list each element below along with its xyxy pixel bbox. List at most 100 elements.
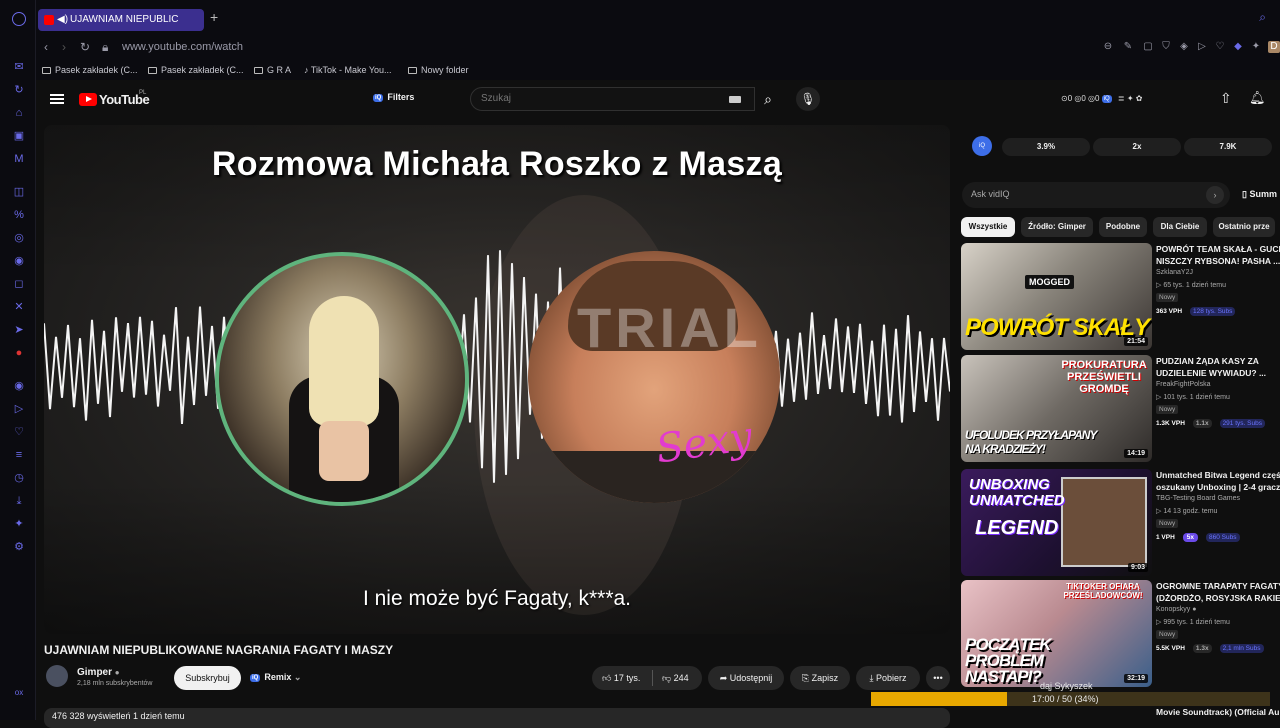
recommendation-card[interactable]: UNBOXING UNMATCHED LEGEND 9:03 Unmatched… <box>961 469 1280 577</box>
recommendation-thumbnail[interactable]: PROKURATURA PRZEŚWIETLI GROMDĘ UFOLUDEK … <box>961 355 1152 462</box>
recommendation-title: Unmatched Bitwa Legend częś oszukany Unbo… <box>1156 469 1280 493</box>
vidiq-icon[interactable]: iQ <box>972 136 992 156</box>
x-icon[interactable]: ✕ <box>12 300 26 314</box>
avatar-circle-left <box>215 252 469 506</box>
channel-name[interactable]: Gimper ● <box>77 667 120 678</box>
bookmarks-bar: Pasek zakładek (C... Pasek zakładek (C..… <box>36 60 1280 80</box>
thumbnail-tag: MOGGED <box>1025 275 1075 289</box>
send-icon[interactable]: ▷ <box>1196 41 1208 53</box>
vidiq-stat[interactable]: 2x <box>1093 138 1181 156</box>
search-input[interactable] <box>481 93 711 104</box>
multiplier-value: 1.3x <box>1192 644 1212 653</box>
messenger-icon[interactable]: ◎ <box>12 231 26 245</box>
puzzle-icon[interactable]: ✦ <box>1250 41 1262 53</box>
instagram-icon[interactable]: ◻ <box>12 277 26 291</box>
chevron-right-icon[interactable]: › <box>1206 186 1224 204</box>
remix-button[interactable]: iQ Remix ⌄ <box>250 672 301 683</box>
description-box[interactable]: 476 328 wyświetleń 1 dzień temu <box>44 708 950 728</box>
youtube-logo-icon[interactable] <box>79 93 97 106</box>
twitch-icon[interactable]: ◫ <box>12 185 26 199</box>
shield-icon[interactable]: ⛉ <box>1160 41 1172 53</box>
recommendation-channel[interactable]: TBG-Testing Board Games <box>1156 495 1240 502</box>
recommendation-channel[interactable]: FreakFightPolska <box>1156 381 1210 388</box>
refresh-icon[interactable]: ↻ <box>12 83 26 97</box>
recommendation-thumbnail[interactable]: MOGGED POWRÓT SKAŁY 21:54 <box>961 243 1152 350</box>
app-icon[interactable]: ● <box>12 346 26 360</box>
subscribe-button[interactable]: Subskrybuj <box>174 666 241 690</box>
recommendation-thumbnail[interactable]: TIKTOKER OFIARĄ PRZEŚLADOWCÓW! POCZĄTEK … <box>961 580 1152 687</box>
filters-button[interactable]: iQ Filters <box>373 92 414 102</box>
chip-all[interactable]: Wszystkie <box>961 217 1015 237</box>
search-box[interactable] <box>470 87 755 111</box>
bell-icon[interactable]: 🔔︎ <box>1249 90 1266 106</box>
snapshot-icon[interactable]: ▢ <box>1142 41 1154 53</box>
speaker-icon[interactable]: ◀) <box>57 9 68 31</box>
vidiq-stat[interactable]: 3.9% <box>1002 138 1090 156</box>
image-icon[interactable]: ▣ <box>12 129 26 143</box>
lock-icon[interactable]: 🔒︎ <box>102 40 108 55</box>
chip-for-you[interactable]: Dla Ciebie <box>1153 217 1207 237</box>
more-actions-button[interactable]: ••• <box>926 666 950 690</box>
cube-icon[interactable]: ◈ <box>1178 41 1190 53</box>
chip-recent[interactable]: Ostatnio prze <box>1213 217 1275 237</box>
download-button[interactable]: ⤓ Pobierz <box>856 666 920 690</box>
bookmark-item[interactable]: G R A <box>254 65 291 75</box>
chip-source[interactable]: Źródło: Gimper <box>1021 217 1093 237</box>
opera-logo-icon[interactable] <box>12 12 26 26</box>
like-button[interactable]: 👍︎ 17 tys. <box>602 666 640 690</box>
vidiq-stat[interactable]: 7.9K <box>1184 138 1272 156</box>
search-icon[interactable]: ⌕ <box>755 87 781 111</box>
profile-icon[interactable]: D <box>1268 41 1280 53</box>
forward-icon[interactable]: › <box>62 40 66 54</box>
extension-icon[interactable]: ◆ <box>1232 41 1244 53</box>
recommendation-channel[interactable]: SzklanaY2J <box>1156 269 1193 276</box>
percent-icon[interactable]: % <box>12 208 26 222</box>
tabs-icon[interactable]: ≡ <box>12 448 26 462</box>
more-icon[interactable]: ox <box>12 686 26 700</box>
mail-icon[interactable]: ✉ <box>12 60 26 74</box>
recommendation-channel[interactable]: Konopskyy ● <box>1156 606 1196 613</box>
summary-button[interactable]: ▯ Summ <box>1242 189 1277 200</box>
recommendation-card[interactable]: TIKTOKER OFIARĄ PRZEŚLADOWCÓW! POCZĄTEK … <box>961 580 1280 688</box>
robot-icon[interactable]: ⌂ <box>12 106 26 120</box>
settings-icon[interactable]: ⚙ <box>12 540 26 554</box>
telegram-icon[interactable]: ➤ <box>12 323 26 337</box>
bookmark-item[interactable]: ♪ TikTok - Make You... <box>304 65 392 75</box>
pin-icon[interactable]: ✎ <box>1122 41 1134 53</box>
heart-icon[interactable]: ♡ <box>1214 41 1226 53</box>
channel-avatar[interactable] <box>46 665 68 687</box>
save-button[interactable]: ⎘ Zapisz <box>790 666 850 690</box>
history-icon[interactable]: ◷ <box>12 471 26 485</box>
recommendation-thumbnail[interactable]: UNBOXING UNMATCHED LEGEND 9:03 <box>961 469 1152 576</box>
search-tabs-icon[interactable]: ⌕ <box>1259 10 1266 25</box>
upload-icon[interactable]: ⇧ <box>1220 90 1232 107</box>
active-tab[interactable]: ◀) UJAWNIAM NIEPUBLIC <box>38 9 204 31</box>
new-tab-button[interactable]: + <box>210 9 218 25</box>
music-icon[interactable]: ◉ <box>12 379 26 393</box>
chip-similar[interactable]: Podobne <box>1099 217 1147 237</box>
download-icon[interactable]: ⤓ <box>12 494 26 508</box>
keyboard-icon[interactable] <box>729 96 741 103</box>
m-icon[interactable]: M <box>12 152 26 166</box>
video-player[interactable]: Rozmowa Michała Roszko z Maszą TRIAL Sex… <box>44 125 950 634</box>
chevron-down-icon: ⌄ <box>293 672 302 682</box>
recommendation-card[interactable]: PROKURATURA PRZEŚWIETLI GROMDĘ UFOLUDEK … <box>961 355 1280 463</box>
share-button[interactable]: ➦ Udostępnij <box>708 666 784 690</box>
ask-vidiq-input[interactable]: Ask vidIQ › <box>962 182 1230 208</box>
bookmark-item[interactable]: Pasek zakładek (C... <box>42 65 138 75</box>
reload-icon[interactable]: ↻ <box>80 40 90 54</box>
mic-icon[interactable]: 🎙︎ <box>796 87 820 111</box>
zoom-icon[interactable]: ⊖ <box>1102 41 1114 53</box>
bookmark-item[interactable]: Nowy folder <box>408 65 469 75</box>
play-icon[interactable]: ▷ <box>12 402 26 416</box>
discord-icon[interactable]: ◉ <box>12 254 26 268</box>
recommendation-card[interactable]: MOGGED POWRÓT SKAŁY 21:54 POWRÓT TEAM SK… <box>961 243 1280 351</box>
vidiq-header-stats[interactable]: ⊙0 ◎0 ◎0 iQ ≣ ✦ ✿ <box>1061 94 1142 103</box>
bookmark-item[interactable]: Pasek zakładek (C... <box>148 65 244 75</box>
hamburger-icon[interactable] <box>50 94 64 104</box>
dislike-button[interactable]: 👎︎ 244 <box>662 666 689 690</box>
url-field[interactable]: www.youtube.com/watch <box>122 41 243 53</box>
heart-icon[interactable]: ♡ <box>12 425 26 439</box>
puzzle-icon[interactable]: ✦ <box>12 517 26 531</box>
back-icon[interactable]: ‹ <box>44 40 48 54</box>
